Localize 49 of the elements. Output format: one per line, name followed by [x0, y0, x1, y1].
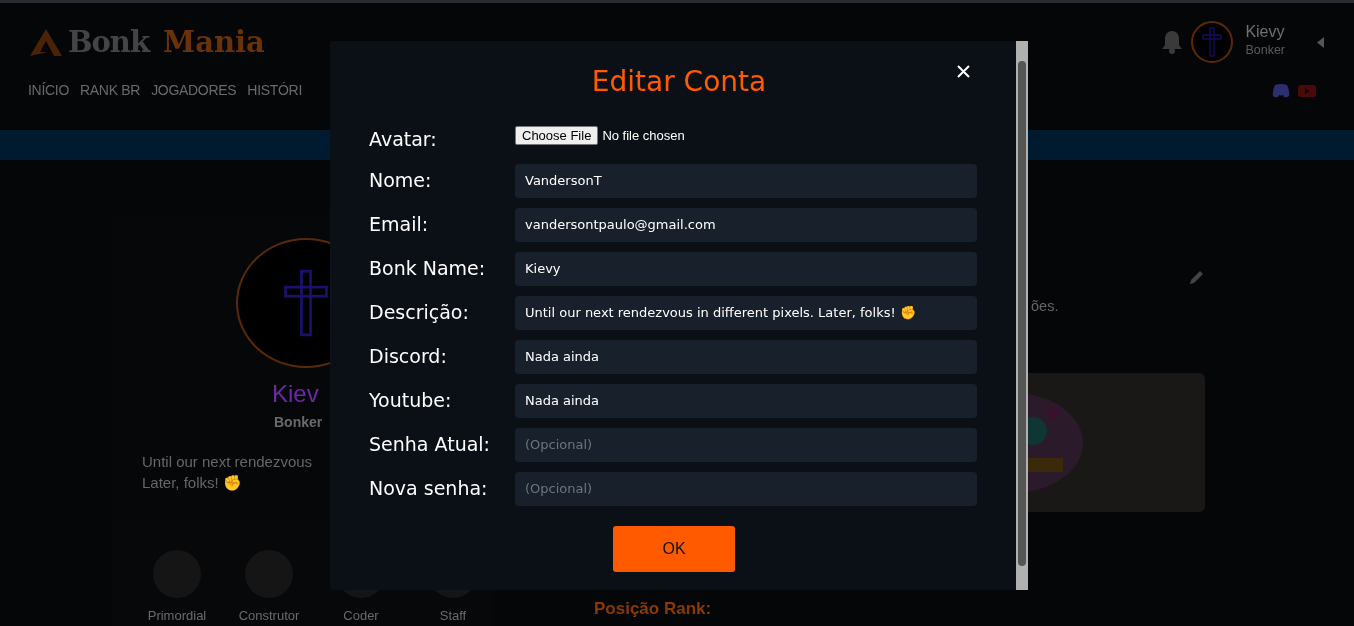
avatar-picture-icon	[1201, 26, 1224, 57]
input-field[interactable]: VandersonT	[515, 163, 977, 198]
input-field[interactable]: (Opcional)	[515, 427, 977, 462]
profile-role: Bonker	[274, 413, 323, 432]
field-label: Bonk Name:	[368, 256, 487, 282]
scrollbar-thumb[interactable]	[1018, 61, 1026, 566]
field-label: Avatar:	[368, 127, 438, 152]
field-label: Senha Atual:	[368, 432, 491, 458]
description-text: ões.	[1031, 297, 1059, 316]
field-label: Nome:	[368, 168, 433, 194]
field-label: Youtube:	[368, 388, 453, 414]
close-icon	[957, 65, 970, 79]
user-avatar[interactable]	[1191, 20, 1234, 63]
badge-label: Staff	[439, 607, 467, 625]
user-role: Bonker	[1245, 41, 1285, 59]
discord-icon[interactable]	[1272, 83, 1290, 98]
badge-label: Primordial	[147, 607, 207, 625]
nav-link[interactable]: INÍCIO	[28, 80, 69, 101]
user-name: Kievy	[1245, 23, 1285, 41]
bell-icon[interactable]	[1161, 29, 1184, 54]
youtube-icon[interactable]	[1298, 83, 1316, 98]
choose-file-button[interactable]: Choose File	[515, 125, 599, 145]
input-field[interactable]: Until our next rendezvous in different pixels. Later, folks! ✊	[515, 295, 977, 330]
avatar-drawing	[281, 268, 331, 338]
input-field[interactable]: Nada ainda	[515, 383, 977, 418]
badge-label: Coder	[343, 607, 379, 625]
file-status: No file chosen	[602, 127, 685, 143]
logo-text: Bonk	[68, 24, 150, 59]
input-field[interactable]: (Opcional)	[515, 471, 977, 506]
input-field[interactable]: Kievy	[515, 251, 977, 286]
input-field[interactable]: Nada ainda	[515, 339, 977, 374]
nav-link[interactable]: JOGADORES	[151, 80, 237, 101]
field-label: Discord:	[368, 344, 448, 370]
field-label: Email:	[368, 212, 430, 238]
logo-text: Mania	[163, 24, 265, 59]
field-label: Descrição:	[368, 300, 470, 326]
modal-title: Editar Conta	[591, 64, 767, 100]
nav-link[interactable]: RANK BR	[80, 80, 141, 101]
edit-icon[interactable]	[1189, 270, 1204, 286]
badge-label: Construtor	[238, 607, 300, 625]
section-title: Posição Rank:	[594, 598, 712, 620]
nav-link[interactable]: HISTÓRI	[247, 80, 303, 101]
field-label: Nova senha:	[368, 476, 489, 502]
caret-icon[interactable]	[1317, 36, 1324, 48]
profile-description: Until our next rendezvous Later, folks! ✊	[142, 452, 313, 493]
input-field[interactable]: vandersontpaulo@gmail.com	[515, 207, 977, 242]
profile-name: Kiev	[272, 379, 319, 409]
scrollbar[interactable]	[1016, 41, 1028, 590]
ok-button[interactable]: OK	[613, 525, 735, 572]
